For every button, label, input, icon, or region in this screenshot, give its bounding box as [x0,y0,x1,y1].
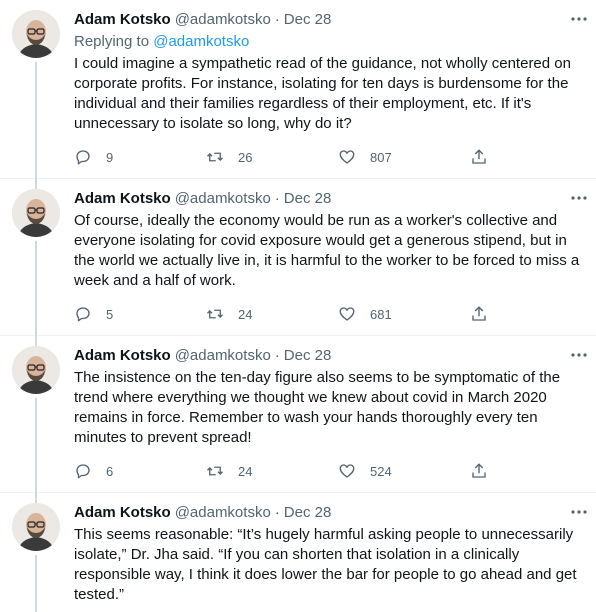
author-handle[interactable]: @adamkotsko [175,189,271,209]
like-button[interactable]: 524 [338,461,470,481]
separator-dot: · [274,190,280,207]
tweet-date[interactable]: Dec 28 [284,503,332,523]
tweet-header: Adam Kotsko @adamkotsko · Dec 28 [74,10,584,30]
retweet-arrows-icon [207,152,223,162]
share-upload-icon [472,306,486,321]
tweet-date[interactable]: Dec 28 [284,346,332,366]
thread-connector-line [35,241,37,346]
like-button[interactable]: 807 [338,147,470,167]
tweet-header: Adam Kotsko @adamkotsko · Dec 28 [74,503,584,523]
tweet-text: I could imagine a sympathetic read of th… [74,55,571,132]
share-button[interactable] [470,304,510,324]
tweet-date[interactable]: Dec 28 [284,10,332,30]
retweet-count: 24 [238,306,253,322]
tweet-header: Adam Kotsko @adamkotsko · Dec 28 [74,189,584,209]
tweet-actions: 9 26 807 [74,147,514,167]
like-count: 524 [370,463,392,479]
reply-count: 9 [106,149,114,165]
tweet-text: This seems reasonable: “It’s hugely harm… [74,526,577,603]
tweet-content: Adam Kotsko @adamkotsko · Dec 28 This se… [74,503,584,605]
share-button[interactable] [470,147,510,167]
more-horizontal-icon [571,196,587,200]
tweet-actions: 5 24 681 [74,304,514,324]
retweet-button[interactable]: 26 [206,147,338,167]
thread-connector-line [35,62,37,189]
thread-connector-line [35,555,37,612]
reply-bubble-icon [76,464,90,479]
separator-dot: · [274,347,280,364]
reply-count: 5 [106,306,114,322]
more-horizontal-icon [571,353,587,357]
reply-button[interactable]: 9 [74,147,206,167]
tweet-text: Of course, ideally the economy would be … [74,212,580,289]
retweet-count: 24 [238,463,253,479]
reply-button[interactable]: 5 [74,304,206,324]
heart-icon [339,307,355,321]
avatar[interactable] [12,189,60,237]
like-button[interactable]: 681 [338,304,470,324]
author-name[interactable]: Adam Kotsko [74,503,171,523]
author-handle[interactable]: @adamkotsko [175,346,271,366]
retweet-button[interactable]: 24 [206,304,338,324]
share-button[interactable] [470,461,510,481]
thread-connector-line [35,398,37,503]
more-options-button[interactable] [570,503,588,521]
avatar[interactable] [12,503,60,551]
avatar[interactable] [12,10,60,58]
author-handle[interactable]: @adamkotsko [175,10,271,30]
heart-icon [339,150,355,164]
heart-icon [339,464,355,478]
more-options-button[interactable] [570,189,588,207]
reply-count: 6 [106,463,114,479]
author-name[interactable]: Adam Kotsko [74,189,171,209]
tweet-actions: 6 24 524 [74,461,514,481]
reply-button[interactable]: 6 [74,461,206,481]
replying-to-link[interactable]: @adamkotsko [153,33,249,50]
tweet-header: Adam Kotsko @adamkotsko · Dec 28 [74,346,584,366]
separator-dot: · [274,11,280,28]
like-count: 807 [370,149,392,165]
tweet[interactable]: Adam Kotsko @adamkotsko · Dec 28 Replyin… [0,0,596,189]
tweet-content: Adam Kotsko @adamkotsko · Dec 28 Of cour… [74,189,584,291]
retweet-arrows-icon [207,309,223,319]
reply-bubble-icon [76,307,90,322]
author-name[interactable]: Adam Kotsko [74,346,171,366]
tweet-text: The insistence on the ten-day figure als… [74,369,561,446]
reply-bubble-icon [76,150,90,165]
thread-timeline: Adam Kotsko @adamkotsko · Dec 28 Replyin… [0,0,596,612]
more-options-button[interactable] [570,346,588,364]
replying-to: Replying to @adamkotsko [74,32,584,52]
separator-dot: · [274,504,280,521]
tweet-content: Adam Kotsko @adamkotsko · Dec 28 Replyin… [74,10,584,134]
retweet-button[interactable]: 24 [206,461,338,481]
tweet[interactable]: Adam Kotsko @adamkotsko · Dec 28 This se… [0,493,596,612]
more-horizontal-icon [571,17,587,21]
replying-to-prefix: Replying to [74,33,154,50]
more-horizontal-icon [571,510,587,514]
author-name[interactable]: Adam Kotsko [74,10,171,30]
share-upload-icon [472,463,486,478]
retweet-arrows-icon [207,466,223,476]
retweet-count: 26 [238,149,253,165]
share-upload-icon [472,149,486,164]
avatar[interactable] [12,346,60,394]
tweet[interactable]: Adam Kotsko @adamkotsko · Dec 28 The ins… [0,336,596,503]
more-options-button[interactable] [570,10,588,28]
author-handle[interactable]: @adamkotsko [175,503,271,523]
tweet-content: Adam Kotsko @adamkotsko · Dec 28 The ins… [74,346,584,448]
tweet[interactable]: Adam Kotsko @adamkotsko · Dec 28 Of cour… [0,179,596,346]
tweet-date[interactable]: Dec 28 [284,189,332,209]
like-count: 681 [370,306,392,322]
